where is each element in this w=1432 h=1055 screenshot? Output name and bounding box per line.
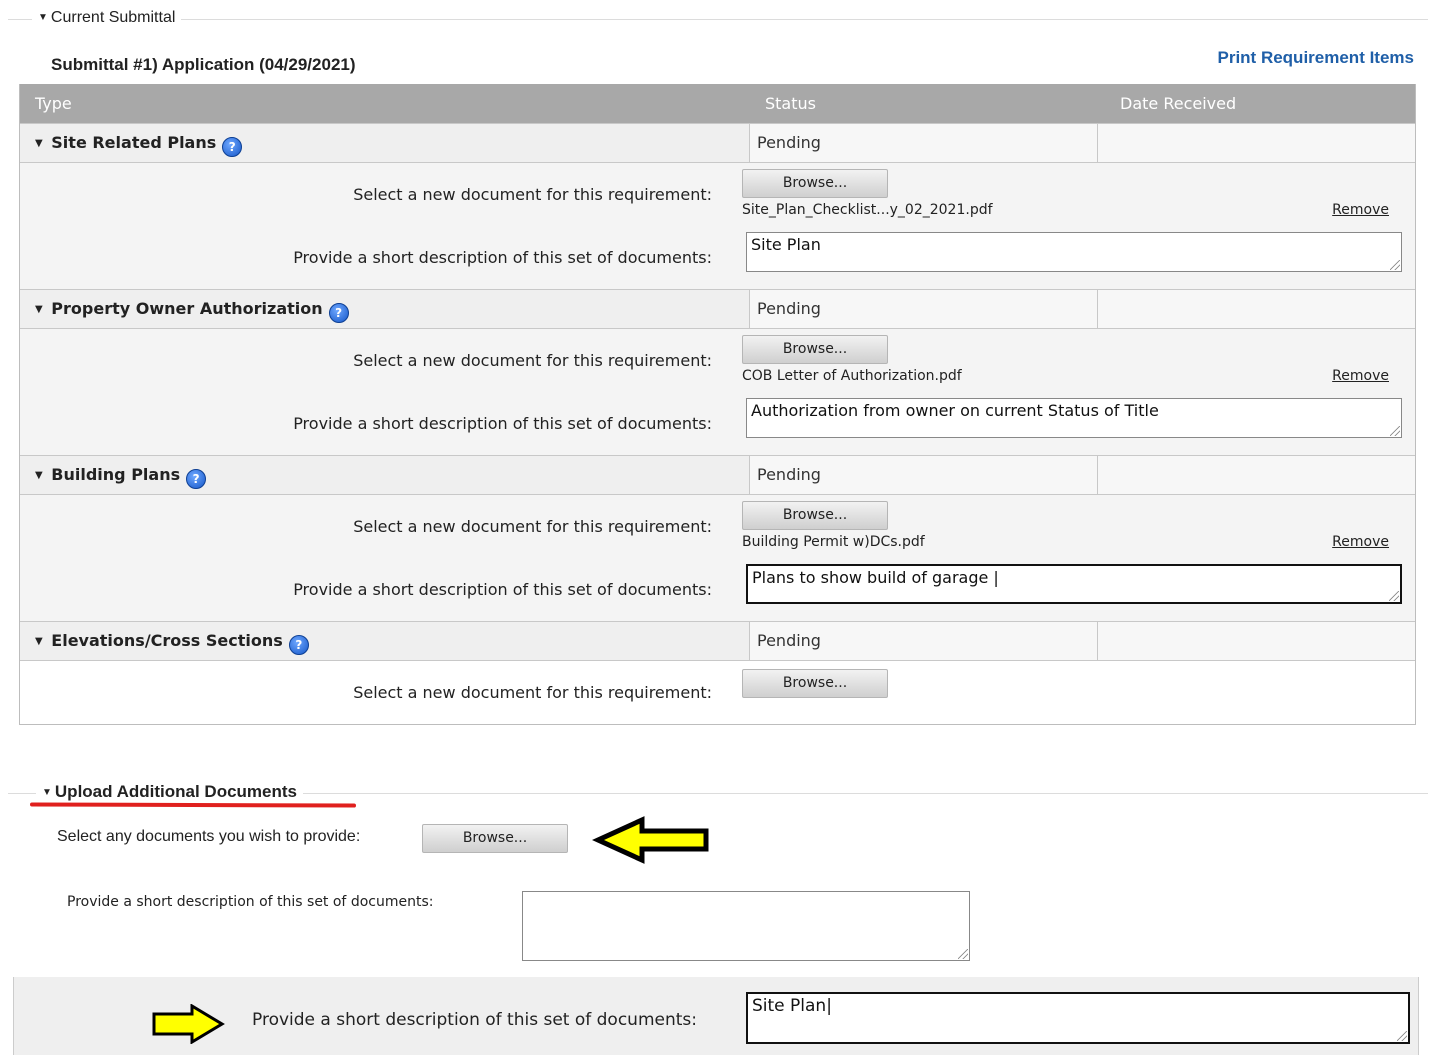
arrow-right-icon [152, 1004, 225, 1044]
description-value: Authorization from owner on current Stat… [751, 401, 1159, 420]
upload-description-textarea[interactable] [522, 891, 970, 961]
upload-description-label: Provide a short description of this set … [67, 894, 434, 910]
help-icon[interactable]: ? [222, 137, 243, 157]
requirement-date-received [1098, 456, 1415, 494]
select-document-label: Select a new document for this requireme… [353, 351, 712, 370]
col-date-header: Date Received [1120, 94, 1237, 113]
description-textarea[interactable]: Plans to show build of garage | [746, 564, 1402, 604]
requirement-name: Elevations/Cross Sections [51, 631, 283, 650]
browse-button[interactable]: Browse... [742, 169, 888, 198]
col-status-header: Status [765, 94, 816, 113]
table-header: Type Status Date Received [20, 84, 1415, 123]
requirement-detail: Select a new document for this requireme… [20, 328, 1415, 455]
remove-link[interactable]: Remove [1332, 534, 1389, 550]
requirement-row[interactable]: ▼ Site Related Plans? Pending [20, 123, 1415, 162]
caret-down-icon: ▼ [35, 470, 43, 481]
caret-down-icon: ▼ [35, 138, 43, 149]
col-type-header: Type [35, 94, 72, 113]
requirement-row[interactable]: ▼ Building Plans? Pending [20, 455, 1415, 494]
requirement-row[interactable]: ▼ Property Owner Authorization? Pending [20, 289, 1415, 328]
print-requirement-items-link[interactable]: Print Requirement Items [1218, 48, 1415, 68]
remove-link[interactable]: Remove [1332, 368, 1389, 384]
description-textarea[interactable]: Site Plan [746, 232, 1402, 272]
requirement-row[interactable]: ▼ Elevations/Cross Sections? Pending [20, 621, 1415, 660]
description-label: Provide a short description of this set … [293, 248, 712, 267]
requirement-status: Pending [750, 290, 1098, 328]
upload-title: Upload Additional Documents [54, 782, 297, 801]
zoomed-description-label: Provide a short description of this set … [252, 1010, 697, 1030]
resize-grip-icon[interactable] [1390, 260, 1400, 270]
zoomed-description-value: Site Plan [752, 996, 827, 1016]
zoomed-description-textarea[interactable]: Site Plan| [746, 992, 1410, 1044]
file-name: Building Permit w)DCs.pdf [742, 534, 925, 550]
upload-section-header[interactable]: ▼ Upload Additional Documents [36, 782, 303, 802]
description-value: Site Plan [751, 235, 821, 254]
file-name: Site_Plan_Checklist...y_02_2021.pdf [742, 202, 993, 218]
description-value: Plans to show build of garage [752, 568, 989, 587]
requirement-detail: Select a new document for this requireme… [20, 494, 1415, 621]
browse-button[interactable]: Browse... [742, 669, 888, 698]
arrow-left-icon [592, 816, 709, 864]
help-icon[interactable]: ? [328, 303, 349, 323]
caret-down-icon: ▼ [38, 12, 48, 23]
requirement-name: Property Owner Authorization [51, 299, 323, 318]
select-document-label: Select a new document for this requireme… [353, 517, 712, 536]
caret-down-icon: ▼ [35, 636, 43, 647]
remove-link[interactable]: Remove [1332, 202, 1389, 218]
section-divider [8, 19, 1428, 20]
help-icon[interactable]: ? [186, 469, 207, 489]
requirement-status: Pending [750, 456, 1098, 494]
submittal-title: Submittal #1) Application (04/29/2021) [51, 55, 356, 74]
resize-grip-icon[interactable] [1389, 591, 1399, 601]
help-icon[interactable]: ? [288, 635, 309, 655]
requirement-name: Building Plans [51, 465, 181, 484]
resize-grip-icon[interactable] [1397, 1031, 1407, 1041]
requirement-name: Site Related Plans [51, 133, 217, 152]
resize-grip-icon[interactable] [958, 949, 968, 959]
requirement-date-received [1098, 290, 1415, 328]
requirement-date-received [1098, 124, 1415, 162]
requirements-table: Type Status Date Received ▼ Site Related… [19, 84, 1416, 725]
section-header[interactable]: ▼ Current Submittal [32, 9, 182, 27]
requirement-status: Pending [750, 124, 1098, 162]
text-cursor: | [988, 568, 999, 587]
description-textarea[interactable]: Authorization from owner on current Stat… [746, 398, 1402, 438]
description-label: Provide a short description of this set … [293, 414, 712, 433]
red-underline-annotation [29, 802, 357, 808]
caret-down-icon: ▼ [35, 304, 43, 315]
requirement-date-received [1098, 622, 1415, 660]
requirement-detail: Select a new document for this requireme… [20, 162, 1415, 289]
description-label: Provide a short description of this set … [293, 580, 712, 599]
select-document-label: Select a new document for this requireme… [353, 185, 712, 204]
upload-select-label: Select any documents you wish to provide… [57, 828, 361, 845]
text-cursor: | [826, 996, 832, 1016]
caret-down-icon: ▼ [42, 787, 52, 798]
section-title: Current Submittal [50, 9, 176, 26]
requirement-status: Pending [750, 622, 1098, 660]
select-document-label: Select a new document for this requireme… [353, 683, 712, 702]
browse-button[interactable]: Browse... [742, 335, 888, 364]
requirement-detail: Select a new document for this requireme… [20, 660, 1415, 724]
file-name: COB Letter of Authorization.pdf [742, 368, 962, 384]
resize-grip-icon[interactable] [1390, 426, 1400, 436]
zoomed-description-panel: Provide a short description of this set … [13, 977, 1419, 1055]
browse-button[interactable]: Browse... [742, 501, 888, 530]
upload-browse-button[interactable]: Browse... [422, 824, 568, 853]
